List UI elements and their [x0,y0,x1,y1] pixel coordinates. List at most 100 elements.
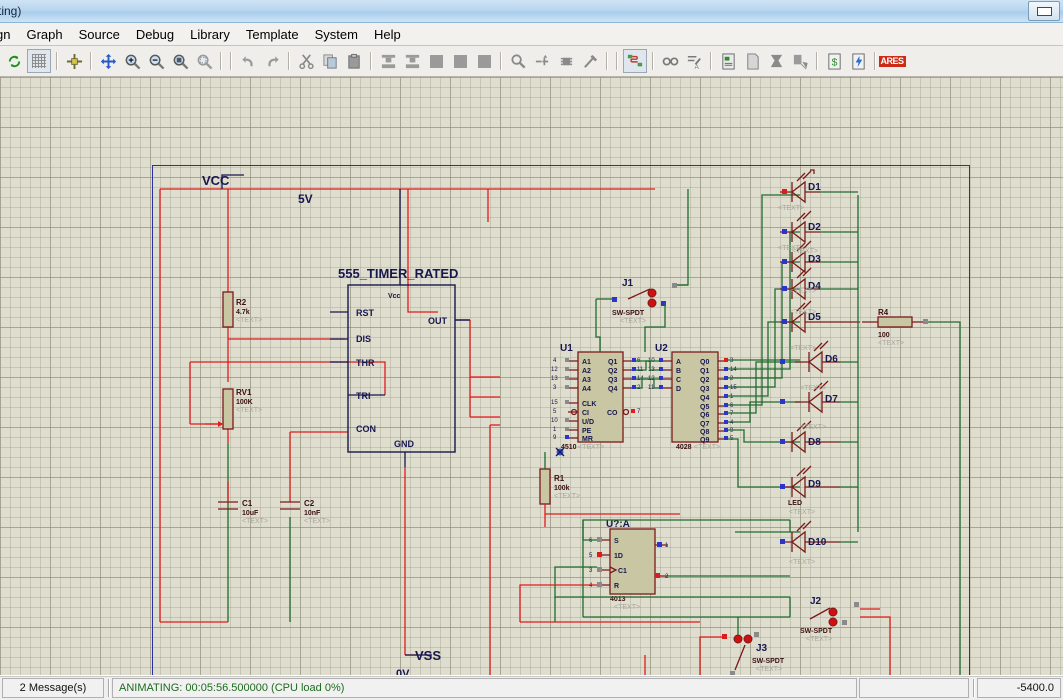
undo-icon[interactable] [237,50,259,72]
flipflop-pinnum-qn: 2 [665,574,669,580]
capacitor-c1-ref: C1 [242,499,253,508]
u1-pin-q2: Q2 [608,368,617,375]
zoom-area-icon[interactable] [169,50,191,72]
u2-pin-q3: Q3 [700,386,709,393]
menu-item-debug[interactable]: Debug [128,25,182,44]
menu-item-system[interactable]: System [307,25,366,44]
menu-item-graph[interactable]: Graph [18,25,70,44]
block-move-icon[interactable] [401,50,423,72]
refresh-icon[interactable] [3,50,25,72]
origin-icon[interactable] [63,50,85,72]
u1-pin-ci: CI [582,410,589,417]
u1-pin-a2: A2 [582,368,591,375]
u2-pinnum-q1: 14 [730,367,737,373]
block-rotate-icon[interactable] [425,50,447,72]
ic-555-pin-out: OUT [428,316,448,326]
resistor-rv1-ref: RV1 [236,388,252,397]
u1-part: 4510 [561,444,577,451]
pan-icon[interactable] [97,50,119,72]
paste-icon[interactable] [343,50,365,72]
led-d9-part: LED [788,500,802,507]
u1-pin-q3: Q3 [608,377,617,384]
switch-j1-ref: J1 [622,278,634,289]
status-coordinate: -5400.0 [977,678,1061,698]
wire-autorouter-icon[interactable] [623,49,647,73]
ic-555-pin-gnd: GND [394,439,415,449]
menu-item-design[interactable]: gn [0,25,18,44]
decompose-icon[interactable] [579,50,601,72]
led-d10-group: D10 <TEXT> [780,520,840,566]
schematic-canvas[interactable]: .wp{stroke:#e01b1b;stroke-width:1.3;fill… [0,77,1063,675]
flipflop-pin-1d: 1D [614,553,623,560]
status-messages[interactable]: 2 Message(s) [2,678,104,698]
switch-j3-part: SW-SPDT [752,658,785,665]
switch-j1-text: <TEXT> [620,318,646,325]
toggle-grid-icon[interactable] [27,49,51,73]
led-d9-text: <TEXT> [789,509,815,516]
led-d8-group: D8 <TEXT> [780,420,840,454]
u1-pin-mr: MR [582,436,593,443]
exit-sheet-icon[interactable] [789,50,811,72]
u1-pin-pe: PE [582,428,592,435]
menu-bar: gn Graph Source Debug Library Template S… [0,23,1063,46]
u1-pinnum-co: 7 [637,409,641,415]
main-toolbar: A $ ARES [0,46,1063,77]
resistor-rv1-text: <TEXT> [236,407,262,414]
schematic-drawing: .wp{stroke:#e01b1b;stroke-width:1.3;fill… [159,169,961,675]
led-d8-text: <TEXT> [800,424,826,431]
u2-pinnum-q8: 9 [730,428,734,434]
pick-device-icon[interactable] [507,50,529,72]
search-icon[interactable] [659,50,681,72]
restore-window-button[interactable] [1028,1,1060,21]
zoom-in-icon[interactable] [121,50,143,72]
block-delete-icon[interactable] [449,50,471,72]
menu-item-library[interactable]: Library [182,25,238,44]
ic-555-pin-dis: DIS [356,334,371,344]
u2-pin-q7: Q7 [700,421,709,428]
u1-pin-co: CO [607,410,618,417]
toolbar-separator [220,52,222,70]
electrical-rules-check-icon[interactable] [847,50,869,72]
toolbar-separator [90,52,92,70]
design-explorer-icon[interactable] [717,50,739,72]
u1-ref: U1 [560,343,573,354]
resistor-r2-text: <TEXT> [236,317,262,324]
u1-pin-a3: A3 [582,377,591,384]
led-d3-text: <TEXT> [792,248,818,255]
flipflop-pinnum-r: 4 [589,583,593,589]
led-d1-ref: D1 [808,182,821,193]
led-d1-text: <TEXT> [778,205,804,212]
ares-icon[interactable]: ARES [878,50,906,72]
block-copy-icon[interactable] [377,50,399,72]
ic-555-pin-con: CON [356,424,376,434]
menu-item-template[interactable]: Template [238,25,307,44]
packaging-tool-icon[interactable] [555,50,577,72]
copy-icon[interactable] [319,50,341,72]
u1-pin-q1: Q1 [608,359,617,366]
u2-pinnum-q2: 2 [730,376,734,382]
menu-item-help[interactable]: Help [366,25,409,44]
new-sheet-icon[interactable] [741,50,763,72]
switch-j2-text: <TEXT> [806,636,832,643]
make-device-icon[interactable] [531,50,553,72]
cut-icon[interactable] [295,50,317,72]
redo-icon[interactable] [261,50,283,72]
ic-555-title: 555_TIMER_RATED [338,266,458,281]
capacitor-c2-ref: C2 [304,499,315,508]
menu-item-source[interactable]: Source [71,25,128,44]
zoom-all-icon[interactable] [193,50,215,72]
capacitor-c1-text: <TEXT> [242,518,268,525]
status-separator [973,679,975,697]
remove-sheet-icon[interactable] [765,50,787,72]
block-fill-icon[interactable] [473,50,495,72]
power-label-vss-mid: VSS [415,648,441,663]
net-label-5v: 5V [298,192,313,206]
u1-pinnum-a2: 12 [551,367,558,373]
bill-of-materials-icon[interactable]: $ [823,50,845,72]
property-assign-icon[interactable]: A [683,50,705,72]
status-separator [108,679,110,697]
window-title-bar: ting) [0,0,1063,23]
svg-text:A: A [694,64,699,70]
zoom-out-icon[interactable] [145,50,167,72]
resistor-rv1-value: 100K [236,399,253,406]
